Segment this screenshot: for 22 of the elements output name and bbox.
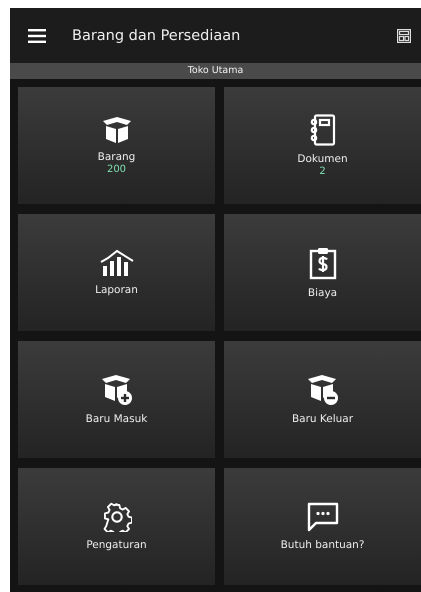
calculator-icon[interactable] [397, 28, 411, 42]
menu-tile[interactable]: Biaya [224, 214, 421, 331]
clipboard-dollar-icon [308, 246, 336, 280]
menu-tile[interactable]: Barang 200 [18, 87, 215, 204]
chat-icon [306, 502, 338, 532]
app-title: Barang dan Persediaan [72, 28, 242, 44]
notebook-icon [310, 114, 336, 146]
menu-tile[interactable]: Baru Keluar [224, 341, 421, 458]
box-icon [100, 116, 132, 144]
store-name: Toko Utama [188, 65, 244, 76]
box-plus-icon [100, 374, 134, 406]
menu-tile[interactable]: Baru Masuk [18, 341, 215, 458]
menu-tile[interactable]: Butuh bantuan? [224, 468, 421, 585]
menu-tile[interactable]: Pengaturan [18, 468, 215, 585]
settings-icon [102, 502, 132, 532]
menu-icon[interactable] [28, 28, 46, 42]
item-count: 2 [319, 166, 326, 177]
menu-tile[interactable]: Laporan [18, 214, 215, 331]
menu-tile[interactable]: Dokumen 2 [224, 87, 421, 204]
box-minus-icon [306, 374, 340, 406]
chart-icon [100, 249, 134, 277]
item-count: 200 [106, 164, 126, 175]
